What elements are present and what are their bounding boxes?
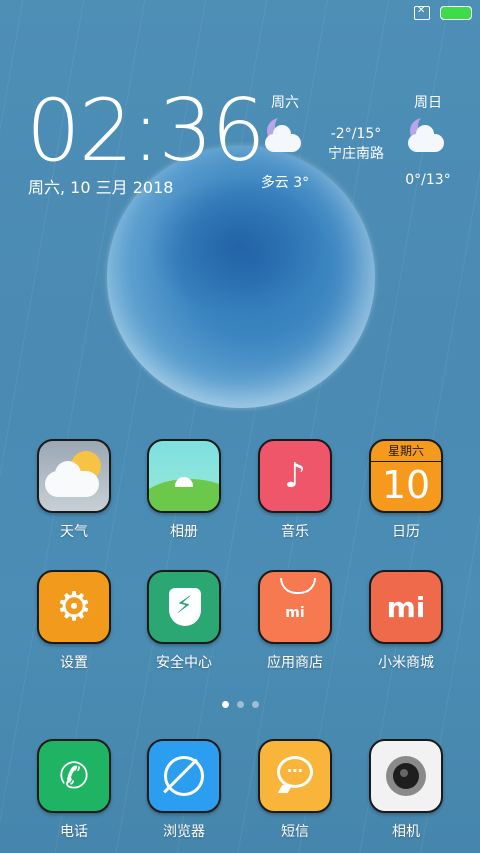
dock-messages[interactable]: ⋯ 短信 [240,739,350,841]
dock-phone[interactable]: ✆ 电话 [19,739,129,841]
page-indicator[interactable] [0,701,480,708]
app-label: 安全中心 [156,655,212,671]
clock-time[interactable]: 02:36 [26,86,266,176]
app-settings[interactable]: ⚙ 设置 [19,570,129,672]
phone-handset-icon: ✆ [58,755,90,797]
page-dot[interactable] [251,701,259,708]
app-mistore[interactable]: mi 小米商城 [351,570,461,672]
page-dot[interactable] [236,701,244,708]
app-label: 相机 [392,824,420,840]
gallery-app-icon [147,439,221,513]
app-label: 应用商店 [267,655,323,671]
battery-icon [440,6,472,20]
app-weather[interactable]: 天气 [19,439,129,541]
app-label: 电话 [60,824,88,840]
dock-camera[interactable]: 相机 [351,739,461,841]
calendar-day: 10 [381,463,431,507]
weather-location-block[interactable]: -2°/15° 宁庄南路 [318,124,394,164]
chat-bubble-icon: ⋯ [287,760,303,780]
music-app-icon: ♪ [258,439,332,513]
weather-location: 宁庄南路 [328,146,384,162]
mistore-app-icon: mi [369,570,443,644]
app-gallery[interactable]: 相册 [129,439,239,541]
weather-next-temp: 0°/13° [405,172,451,188]
status-bar [414,4,472,22]
browser-app-icon [147,739,221,813]
moon-cloud-icon [406,114,450,158]
app-appstore[interactable]: mi 应用商店 [240,570,350,672]
mi-logo-icon: mi [386,590,426,624]
app-music[interactable]: ♪ 音乐 [240,439,350,541]
appstore-app-icon: mi [258,570,332,644]
app-label: 设置 [60,655,88,671]
settings-app-icon: ⚙ [37,570,111,644]
page-dot[interactable] [221,701,229,708]
app-label: 短信 [281,824,309,840]
phone-app-icon: ✆ [37,739,111,813]
weather-today-day: 周六 [271,95,299,111]
security-app-icon: ⚡ [147,570,221,644]
weather-next-day-label: 周日 [414,95,442,111]
gear-icon: ⚙ [56,584,92,630]
app-label: 音乐 [281,524,309,540]
calendar-app-icon: 星期六 10 [369,439,443,513]
app-label: 天气 [60,524,88,540]
weather-today[interactable]: 周六 多云 3° [245,92,325,192]
messages-app-icon: ⋯ [258,739,332,813]
calendar-weekday: 星期六 [371,441,441,462]
app-label: 日历 [392,524,420,540]
camera-app-icon [369,739,443,813]
dock-browser[interactable]: 浏览器 [129,739,239,841]
weather-next-day[interactable]: 周日 0°/13° [392,92,464,188]
app-label: 浏览器 [163,824,205,840]
shield-bolt-icon: ⚡ [175,591,193,619]
app-label: 小米商城 [378,655,434,671]
clock-date[interactable]: 周六, 10 三月 2018 [28,174,173,198]
moon-cloud-icon [263,114,307,158]
mi-logo-icon: mi [285,605,305,621]
app-label: 相册 [170,524,198,540]
no-sim-icon [414,4,430,20]
weather-app-icon [37,439,111,513]
weather-today-range: -2°/15° [330,126,382,142]
weather-today-condition: 多云 3° [260,175,310,191]
app-security[interactable]: ⚡ 安全中心 [129,570,239,672]
app-calendar[interactable]: 星期六 10 日历 [351,439,461,541]
